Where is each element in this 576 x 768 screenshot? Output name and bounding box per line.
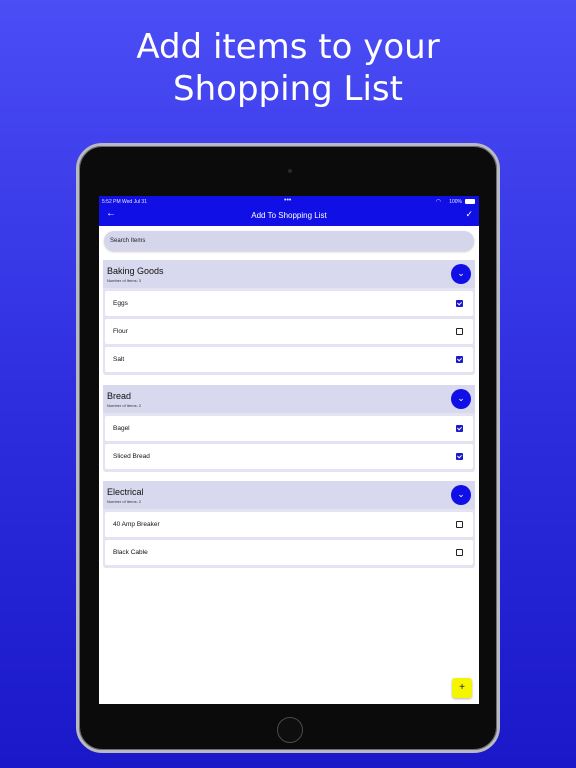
list-item[interactable]: Bagel <box>105 416 473 441</box>
home-button[interactable] <box>277 717 303 743</box>
multitask-dots[interactable]: ••• <box>284 197 291 204</box>
list-item[interactable]: Eggs <box>105 291 473 316</box>
item-checkbox[interactable] <box>456 356 463 363</box>
list-item[interactable]: 40 Amp Breaker <box>105 512 473 537</box>
battery-percent: 100% <box>449 199 462 205</box>
category-section: Bread Number of Items: 2 ⌄ Bagel Sliced Brea… <box>103 385 475 472</box>
tablet-frame: 5:52 PM Wed Jul 31 ••• ◠ 100% ← Add To S… <box>76 143 500 753</box>
headline-line-2: Shopping List <box>173 69 403 109</box>
item-label: Bagel <box>113 425 130 432</box>
category-header[interactable]: Electrical Number of Items: 2 ⌄ <box>103 481 475 509</box>
list-item[interactable]: Flour <box>105 319 473 344</box>
item-checkbox[interactable] <box>456 521 463 528</box>
chevron-down-icon[interactable]: ⌄ <box>451 485 471 505</box>
item-checkbox[interactable] <box>456 425 463 432</box>
camera-icon <box>288 169 292 173</box>
item-label: Salt <box>113 356 125 363</box>
item-label: Sliced Bread <box>113 453 150 460</box>
battery-icon <box>465 199 475 204</box>
app-bar: 5:52 PM Wed Jul 31 ••• ◠ 100% ← Add To S… <box>99 196 479 226</box>
chevron-down-icon[interactable]: ⌄ <box>451 389 471 409</box>
status-bar: 5:52 PM Wed Jul 31 ••• ◠ 100% <box>99 197 479 206</box>
category-name: Baking Goods <box>107 266 164 276</box>
item-checkbox[interactable] <box>456 453 463 460</box>
item-checkbox[interactable] <box>456 300 463 307</box>
item-label: Black Cable <box>113 549 148 556</box>
category-header[interactable]: Baking Goods Number of Items: 3 ⌄ <box>103 260 475 288</box>
category-name: Bread <box>107 391 132 401</box>
item-label: Flour <box>113 328 128 335</box>
item-label: Eggs <box>113 300 128 307</box>
app-screen: 5:52 PM Wed Jul 31 ••• ◠ 100% ← Add To S… <box>99 196 479 704</box>
category-name: Electrical <box>107 487 144 497</box>
list-item[interactable]: Sliced Bread <box>105 444 473 469</box>
item-checkbox[interactable] <box>456 549 463 556</box>
status-time: 5:52 PM Wed Jul 31 <box>102 199 147 205</box>
category-section: Electrical Number of Items: 2 ⌄ 40 Amp Brea… <box>103 481 475 568</box>
headline-line-1: Add items to your <box>136 27 440 67</box>
item-checkbox[interactable] <box>456 328 463 335</box>
category-item-count: Number of Items: 2 <box>107 499 142 504</box>
category-header[interactable]: Bread Number of Items: 2 ⌄ <box>103 385 475 413</box>
page-title: Add To Shopping List <box>251 211 327 220</box>
category-section: Baking Goods Number of Items: 3 ⌄ Eggs Flour… <box>103 260 475 375</box>
category-item-count: Number of Items: 3 <box>107 278 142 283</box>
category-item-count: Number of Items: 2 <box>107 403 142 408</box>
promo-headline: Add items to your Shopping List <box>0 26 576 110</box>
chevron-down-icon[interactable]: ⌄ <box>451 264 471 284</box>
search-input[interactable]: Search Items <box>104 231 474 251</box>
list-item[interactable]: Salt <box>105 347 473 372</box>
list-item[interactable]: Black Cable <box>105 540 473 565</box>
check-icon[interactable]: ✓ <box>465 209 473 219</box>
wifi-icon: ◠ <box>435 199 441 205</box>
item-label: 40 Amp Breaker <box>113 521 160 528</box>
add-item-button[interactable]: + <box>452 678 472 698</box>
